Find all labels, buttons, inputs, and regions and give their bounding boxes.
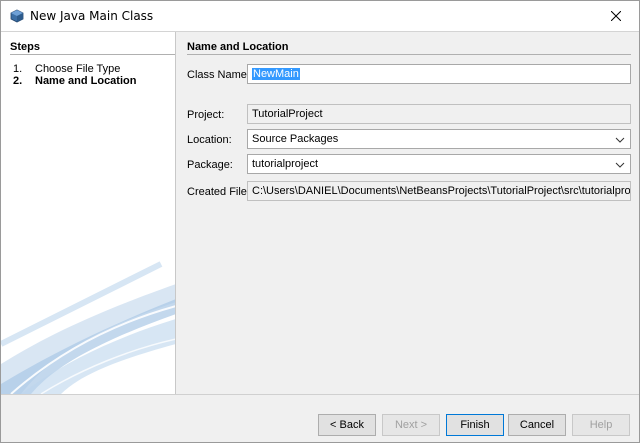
- netbeans-cube-icon: [10, 9, 24, 23]
- step-name-and-location: 2. Name and Location: [13, 75, 136, 87]
- class-name-label: Class Name:: [187, 69, 250, 81]
- cancel-button[interactable]: Cancel: [508, 414, 566, 436]
- decorative-swoosh-graphic: [1, 261, 175, 394]
- step-choose-file-type: 1. Choose File Type: [13, 63, 120, 75]
- step-number: 1.: [13, 63, 23, 75]
- close-button[interactable]: [593, 1, 639, 31]
- chevron-down-icon: [615, 162, 625, 168]
- package-combo[interactable]: tutorialproject: [247, 154, 631, 174]
- location-value: Source Packages: [252, 133, 339, 145]
- project-field: TutorialProject: [247, 104, 631, 124]
- finish-button[interactable]: Finish: [446, 414, 504, 436]
- package-value: tutorialproject: [252, 158, 319, 170]
- class-name-input[interactable]: NewMain: [247, 64, 631, 84]
- next-button[interactable]: Next >: [382, 414, 440, 436]
- location-label: Location:: [187, 134, 232, 146]
- help-button[interactable]: Help: [572, 414, 630, 436]
- window-title: New Java Main Class: [30, 9, 154, 23]
- close-icon: [611, 11, 621, 21]
- package-label: Package:: [187, 159, 233, 171]
- steps-panel: Steps 1. Choose File Type 2. Name and Loca…: [1, 32, 176, 394]
- name-and-location-panel: Name and Location Class Name: NewMain Pr…: [177, 32, 639, 394]
- title-bar: New Java Main Class: [1, 1, 639, 31]
- dialog-content: Steps 1. Choose File Type 2. Name and Loca…: [1, 31, 639, 394]
- step-number: 2.: [13, 75, 23, 87]
- created-file-field: C:\Users\DANIEL\Documents\NetBeansProjec…: [247, 181, 631, 201]
- new-java-main-class-dialog: New Java Main Class Steps 1. Choose File …: [0, 0, 640, 443]
- chevron-down-icon: [615, 137, 625, 143]
- step-label: Name and Location: [35, 75, 137, 87]
- steps-heading: Steps: [10, 41, 40, 53]
- location-combo[interactable]: Source Packages: [247, 129, 631, 149]
- step-label: Choose File Type: [35, 63, 121, 75]
- section-heading: Name and Location: [187, 41, 289, 53]
- class-name-value: NewMain: [252, 68, 300, 80]
- section-divider: [187, 54, 631, 55]
- created-file-label: Created File:: [187, 186, 250, 198]
- project-value: TutorialProject: [252, 108, 323, 120]
- created-file-value: C:\Users\DANIEL\Documents\NetBeansProjec…: [252, 185, 631, 197]
- back-button[interactable]: < Back: [318, 414, 376, 436]
- steps-divider: [10, 54, 175, 55]
- project-label: Project:: [187, 109, 225, 121]
- button-bar: < Back Next > Finish Cancel Help: [1, 394, 639, 442]
